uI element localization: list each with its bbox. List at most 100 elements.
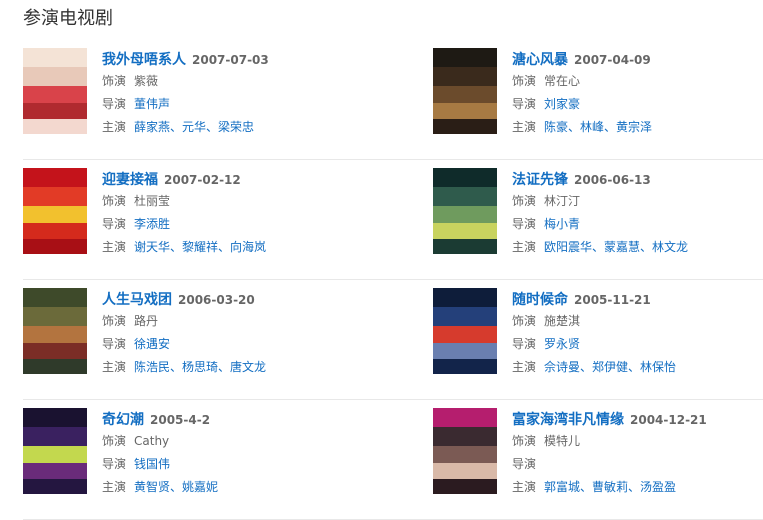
drama-list: 我外母唔系人 2007-07-03 饰演 紫薇 导演 董伟声 主演 薛家燕、元华、梁荣忠 溏心… bbox=[23, 40, 763, 520]
drama-info: 法证先锋 2006-06-13 饰演 林汀汀 导演 梅小青 主演 欧阳震华、蒙嘉慧、林文龙 bbox=[512, 168, 688, 259]
role-name: 常在心 bbox=[544, 74, 581, 88]
drama-card: 溏心风暴 2007-04-09 饰演 常在心 导演 刘家豪 主演 陈豪、林峰、黄宗泽 bbox=[433, 40, 763, 160]
stars-label: 主演 bbox=[512, 480, 537, 494]
poster-image[interactable] bbox=[23, 168, 87, 254]
air-date: 2005-4-2 bbox=[150, 413, 211, 427]
stars-row: 主演 陈浩民、杨思琦、唐文龙 bbox=[102, 356, 266, 379]
drama-title-link[interactable]: 奇幻潮 bbox=[102, 412, 144, 428]
drama-title-link[interactable]: 富家海湾非凡情缘 bbox=[512, 412, 624, 428]
title-row: 法证先锋 2006-06-13 bbox=[512, 168, 688, 190]
poster-band bbox=[23, 343, 87, 359]
poster-band bbox=[433, 118, 497, 134]
poster-image[interactable] bbox=[433, 168, 497, 254]
stars-links[interactable]: 黄智贤、姚嘉妮 bbox=[134, 480, 218, 494]
poster-band bbox=[23, 478, 87, 494]
title-row: 我外母唔系人 2007-07-03 bbox=[102, 48, 269, 70]
air-date: 2007-04-09 bbox=[574, 53, 651, 67]
poster-band bbox=[433, 66, 497, 86]
role-row: 饰演 路丹 bbox=[102, 310, 266, 333]
stars-label: 主演 bbox=[102, 360, 127, 374]
drama-title-link[interactable]: 迎妻接福 bbox=[102, 172, 158, 188]
air-date: 2004-12-21 bbox=[630, 413, 707, 427]
poster-image[interactable] bbox=[23, 288, 87, 374]
poster-band bbox=[433, 103, 497, 119]
air-date: 2006-06-13 bbox=[574, 173, 651, 187]
poster-band bbox=[23, 325, 87, 344]
poster-band bbox=[433, 408, 497, 427]
director-row: 导演 钱国伟 bbox=[102, 453, 218, 476]
stars-label: 主演 bbox=[102, 480, 127, 494]
title-row: 人生马戏团 2006-03-20 bbox=[102, 288, 266, 310]
director-link[interactable]: 梅小青 bbox=[544, 217, 580, 231]
title-row: 迎妻接福 2007-02-12 bbox=[102, 168, 266, 190]
poster-band bbox=[433, 325, 497, 344]
director-link[interactable]: 徐遇安 bbox=[134, 337, 170, 351]
poster-image[interactable] bbox=[433, 288, 497, 374]
role-name: 杜丽莹 bbox=[134, 194, 171, 208]
drama-info: 人生马戏团 2006-03-20 饰演 路丹 导演 徐遇安 主演 陈浩民、杨思琦、唐文龙 bbox=[102, 288, 266, 379]
stars-row: 主演 欧阳震华、蒙嘉慧、林文龙 bbox=[512, 236, 688, 259]
director-link[interactable]: 刘家豪 bbox=[544, 97, 580, 111]
director-row: 导演 梅小青 bbox=[512, 213, 688, 236]
poster-band bbox=[23, 205, 87, 224]
stars-label: 主演 bbox=[102, 120, 127, 134]
poster-band bbox=[23, 238, 87, 254]
drama-title-link[interactable]: 人生马戏团 bbox=[102, 292, 172, 308]
director-label: 导演 bbox=[102, 337, 127, 351]
director-link[interactable]: 董伟声 bbox=[134, 97, 170, 111]
director-label: 导演 bbox=[512, 457, 537, 471]
director-link[interactable]: 罗永贤 bbox=[544, 337, 580, 351]
stars-links[interactable]: 薛家燕、元华、梁荣忠 bbox=[134, 120, 254, 134]
poster-band bbox=[23, 445, 87, 464]
poster-band bbox=[23, 168, 87, 187]
air-date: 2005-11-21 bbox=[574, 293, 651, 307]
section-title: 参演电视剧 bbox=[23, 8, 113, 29]
director-label: 导演 bbox=[102, 457, 127, 471]
role-label: 饰演 bbox=[102, 194, 127, 208]
stars-row: 主演 黄智贤、姚嘉妮 bbox=[102, 476, 218, 499]
drama-title-link[interactable]: 随时候命 bbox=[512, 292, 568, 308]
stars-links[interactable]: 陈豪、林峰、黄宗泽 bbox=[544, 120, 652, 134]
stars-row: 主演 陈豪、林峰、黄宗泽 bbox=[512, 116, 652, 139]
air-date: 2007-02-12 bbox=[164, 173, 241, 187]
poster-band bbox=[433, 445, 497, 464]
poster-band bbox=[433, 463, 497, 479]
drama-card: 我外母唔系人 2007-07-03 饰演 紫薇 导演 董伟声 主演 薛家燕、元华、梁荣忠 bbox=[23, 40, 433, 160]
stars-row: 主演 佘诗曼、郑伊健、林保怡 bbox=[512, 356, 676, 379]
poster-band bbox=[433, 426, 497, 446]
director-row: 导演 刘家豪 bbox=[512, 93, 652, 116]
poster-band bbox=[433, 85, 497, 104]
role-label: 饰演 bbox=[512, 314, 537, 328]
stars-links[interactable]: 佘诗曼、郑伊健、林保怡 bbox=[544, 360, 676, 374]
drama-title-link[interactable]: 法证先锋 bbox=[512, 172, 568, 188]
poster-image[interactable] bbox=[23, 408, 87, 494]
stars-links[interactable]: 欧阳震华、蒙嘉慧、林文龙 bbox=[544, 240, 688, 254]
poster-band bbox=[433, 358, 497, 374]
stars-label: 主演 bbox=[512, 240, 537, 254]
poster-image[interactable] bbox=[433, 48, 497, 134]
role-name: Cathy bbox=[134, 434, 170, 448]
stars-links[interactable]: 郭富城、曹敏莉、汤盈盈 bbox=[544, 480, 676, 494]
poster-image[interactable] bbox=[23, 48, 87, 134]
director-link[interactable]: 李添胜 bbox=[134, 217, 170, 231]
drama-title-link[interactable]: 溏心风暴 bbox=[512, 52, 568, 68]
drama-info: 富家海湾非凡情缘 2004-12-21 饰演 模特儿导演主演 郭富城、曹敏莉、汤盈盈 bbox=[512, 408, 707, 499]
director-row: 导演 徐遇安 bbox=[102, 333, 266, 356]
poster-image[interactable] bbox=[433, 408, 497, 494]
stars-row: 主演 薛家燕、元华、梁荣忠 bbox=[102, 116, 269, 139]
stars-links[interactable]: 谢天华、黎耀祥、向海岚 bbox=[134, 240, 266, 254]
role-label: 饰演 bbox=[102, 74, 127, 88]
poster-band bbox=[433, 306, 497, 326]
drama-title-link[interactable]: 我外母唔系人 bbox=[102, 52, 186, 68]
title-row: 富家海湾非凡情缘 2004-12-21 bbox=[512, 408, 707, 430]
stars-links[interactable]: 陈浩民、杨思琦、唐文龙 bbox=[134, 360, 266, 374]
role-row: 饰演 模特儿 bbox=[512, 430, 707, 453]
poster-band bbox=[433, 48, 497, 67]
poster-band bbox=[23, 223, 87, 239]
poster-band bbox=[23, 103, 87, 119]
role-label: 饰演 bbox=[102, 434, 127, 448]
director-link[interactable]: 钱国伟 bbox=[134, 457, 170, 471]
poster-band bbox=[23, 408, 87, 427]
poster-band bbox=[23, 186, 87, 206]
poster-band bbox=[23, 463, 87, 479]
